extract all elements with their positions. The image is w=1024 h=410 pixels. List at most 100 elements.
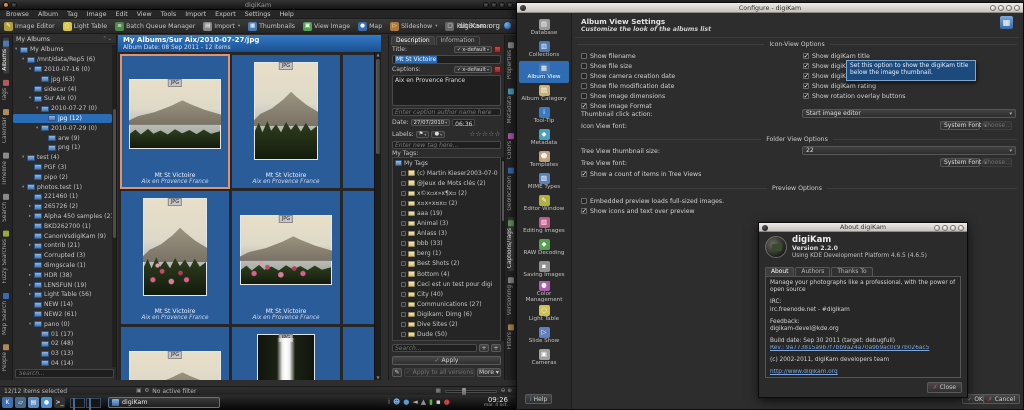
tag-item[interactable]: Dive Sites (2) <box>393 320 500 330</box>
album-tree-item[interactable]: jpg (63) <box>13 74 112 84</box>
tag-checkbox[interactable] <box>401 251 406 256</box>
album-tree-scrollbar[interactable] <box>112 45 116 367</box>
menu-item[interactable]: Album <box>38 11 58 18</box>
configure-sidebar-item[interactable]: ▨ MIME Types <box>519 171 569 193</box>
shade-icon[interactable] <box>499 2 505 8</box>
album-tree-item[interactable]: ▾ pano (0) <box>13 319 112 329</box>
close-button[interactable]: ✗ Close <box>927 382 962 393</box>
album-tree-item[interactable]: Corrupted (3) <box>13 251 112 261</box>
menu-item[interactable]: Settings <box>245 11 271 18</box>
menu-item[interactable]: Import <box>185 11 206 18</box>
album-tree-item[interactable]: pipo (2) <box>13 172 112 182</box>
tray-icon[interactable]: ▪ <box>436 397 441 408</box>
right-sidebar-tab[interactable]: Metadata <box>508 85 514 126</box>
tag-checkbox[interactable] <box>401 302 406 307</box>
help-button[interactable]: i Help <box>525 394 552 404</box>
configure-titlebar[interactable]: Configure - digiKam <box>517 3 1023 13</box>
desktop-1[interactable] <box>70 398 85 408</box>
sidebar-tab[interactable]: Search <box>3 191 9 225</box>
configure-sidebar-item[interactable]: ▤ Album Category <box>519 83 569 105</box>
thumbnail-click-combo[interactable]: Start image editor <box>802 109 1016 118</box>
configure-sidebar-item[interactable]: ▪ Saving Images <box>519 259 569 281</box>
edit-icon[interactable]: ✎ <box>392 368 402 377</box>
right-sidebar-tab[interactable]: Colors <box>508 130 514 162</box>
close-icon[interactable] <box>958 225 964 231</box>
album-tree-item[interactable]: ▾ Sur Aix (0) <box>13 94 112 104</box>
minimize-icon[interactable] <box>483 2 489 8</box>
thumbnail-card[interactable]: JPG <box>121 327 229 380</box>
about-tab[interactable]: Thanks To <box>831 267 872 276</box>
add-tag-button[interactable]: + <box>479 344 489 352</box>
time-field[interactable]: 06:36 <box>452 119 475 126</box>
tag-item[interactable]: berg (1) <box>393 249 500 259</box>
clock[interactable]: 09:26 mar. 4 oct. <box>462 397 508 409</box>
configure-sidebar-item[interactable]: ▤ Database <box>519 17 569 39</box>
close-icon[interactable] <box>1014 5 1020 11</box>
tag-checkbox[interactable] <box>401 211 406 216</box>
configure-sidebar-item[interactable]: ▥ Collections <box>519 39 569 61</box>
album-tree-item[interactable]: NEW2 (61) <box>13 310 112 320</box>
menu-item[interactable]: Export <box>215 11 236 18</box>
tag-checkbox[interactable] <box>401 181 406 186</box>
grid-view-icon[interactable]: ▦ <box>436 388 441 394</box>
sidebar-tab[interactable]: Fuzzy Searches <box>3 228 9 287</box>
album-tree-item[interactable]: CanonVsdigiKam (9) <box>13 231 112 241</box>
album-tree-item[interactable]: NEW (14) <box>13 300 112 310</box>
checkbox-row[interactable]: Show file modification date <box>581 81 675 91</box>
menu-item[interactable]: Help <box>280 11 294 18</box>
toolbar-button[interactable]: ▤ Import <box>203 22 240 31</box>
checkbox-row[interactable]: Show image dimensions <box>581 91 675 101</box>
album-tree-item[interactable]: 04 (14) <box>13 359 112 368</box>
tag-item[interactable]: Bottom (4) <box>393 269 500 279</box>
tag-item[interactable]: Communications (27) <box>393 299 500 309</box>
tag-item[interactable]: aaa (19) <box>393 208 500 218</box>
sidebar-tab[interactable]: Map Search <box>3 290 9 338</box>
album-tree-item[interactable]: arw (9) <box>13 133 112 143</box>
tree-thumb-size-combo[interactable]: 22 <box>802 146 1016 155</box>
album-tree-item[interactable]: ▾ test (4) <box>13 153 112 163</box>
right-sidebar-tab[interactable]: Versioning <box>508 274 514 318</box>
album-tree-item[interactable]: 02 (48) <box>13 339 112 349</box>
icon-view-font-combo[interactable]: System Font <box>940 121 980 130</box>
configure-sidebar-item[interactable]: ☻ Templates <box>519 149 569 171</box>
more-button[interactable]: More ▾ <box>477 368 501 377</box>
scroll-down-icon[interactable]: ▼ <box>375 375 381 380</box>
cancel-button[interactable]: ✗ Cancel <box>983 394 1020 404</box>
thumbnail-card[interactable]: JPG Mt St Victoire Aix en Provence Franc… <box>121 55 229 188</box>
tag-checkbox[interactable] <box>401 332 406 337</box>
tag-item[interactable]: bbb (33) <box>393 239 500 249</box>
apply-all-versions-button[interactable]: ✓ Apply to all versions <box>404 368 475 377</box>
menu-item[interactable]: Tag <box>67 11 78 18</box>
tray-icon[interactable]: i <box>388 397 390 408</box>
remove-title-icon[interactable] <box>494 46 501 53</box>
toolbar-button[interactable]: ▣ View Image <box>303 22 350 31</box>
album-tree-item[interactable]: ▾ /mnt/data/Rep5 (6) <box>13 55 112 65</box>
checkbox-icon[interactable] <box>803 63 809 69</box>
checkbox-icon[interactable] <box>581 73 587 79</box>
album-tree-item[interactable]: 221460 (1) <box>13 192 112 202</box>
configure-sidebar-item[interactable]: ○ Light Table <box>519 303 569 325</box>
tag-checkbox[interactable] <box>401 282 406 287</box>
help-window-icon[interactable] <box>990 5 996 11</box>
filter-icon[interactable]: ▣ <box>136 388 141 394</box>
thumbnail-card[interactable]: JPG <box>232 327 340 380</box>
tag-item[interactable]: Digikam; Dimg (6) <box>393 309 500 319</box>
tag-item[interactable]: @Jeux de Mots clés (2) <box>393 178 500 188</box>
tag-checkbox[interactable] <box>401 191 406 196</box>
tree-font-choose-button[interactable]: Choose... <box>982 158 1012 167</box>
checkbox-row[interactable]: Show icons and text over preview <box>581 206 724 216</box>
title-field[interactable]: Mt St Victoire <box>392 55 501 64</box>
pick-label-combo[interactable]: ⚑ <box>416 131 430 138</box>
tray-icon[interactable]: ● <box>403 397 409 408</box>
album-tree-item[interactable]: ▾ My Albums <box>13 45 112 55</box>
tag-item[interactable]: Best Shots (2) <box>393 259 500 269</box>
configure-sidebar-item[interactable]: ▦ Album View <box>519 61 569 83</box>
album-tree-item[interactable]: dimgscale (1) <box>13 261 112 271</box>
configure-sidebar-item[interactable]: ◆ Metadata <box>519 127 569 149</box>
tag-item[interactable]: Animal (3) <box>393 219 500 229</box>
album-tree-item[interactable]: ▸ 265726 (2) <box>13 202 112 212</box>
captions-language-combo[interactable]: ✓ x-default <box>454 66 492 73</box>
tray-icon[interactable]: ☻ <box>393 397 400 408</box>
toolbar-button[interactable]: ○ Light Table <box>63 22 107 31</box>
checkbox-icon[interactable] <box>581 198 587 204</box>
